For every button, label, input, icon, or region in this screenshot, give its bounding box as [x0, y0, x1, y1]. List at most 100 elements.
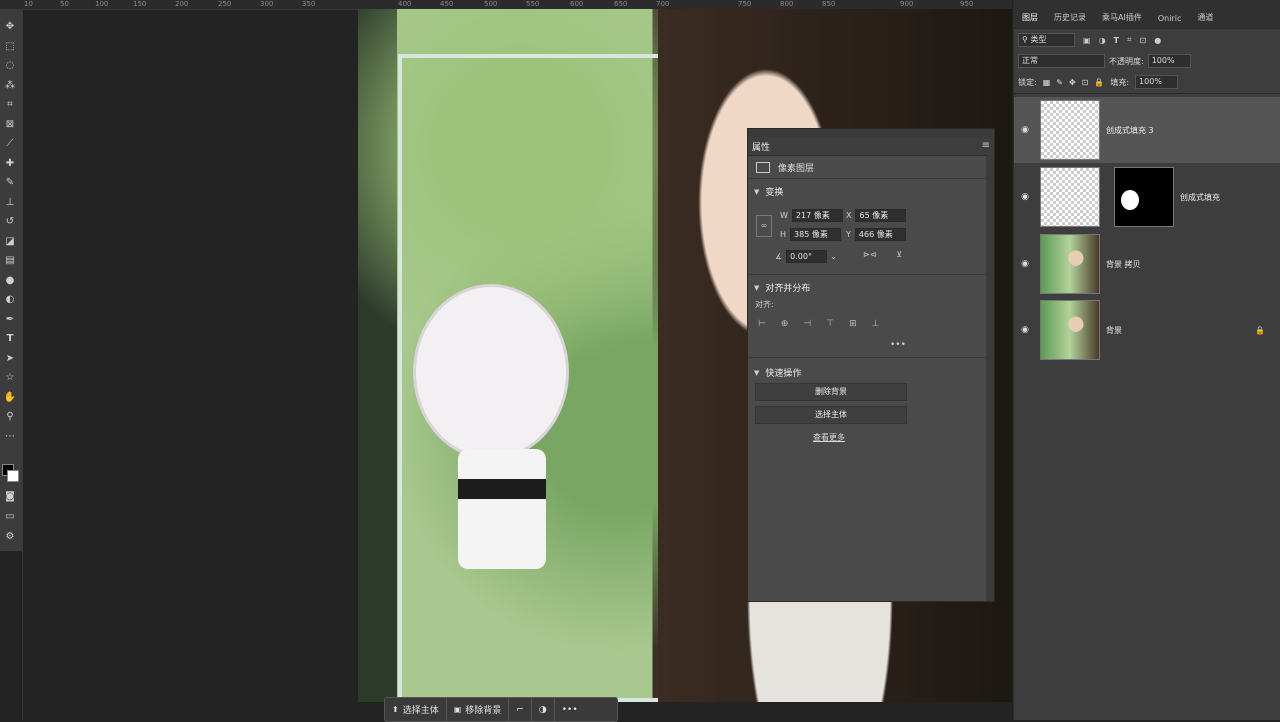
panel-scrollbar[interactable] — [986, 155, 994, 601]
select-subject-label: 选择主体 — [402, 706, 439, 716]
flip-vertical-icon[interactable]: ⊻ — [896, 250, 902, 259]
blend-mode-select[interactable]: 正常 — [1018, 54, 1105, 68]
remove-background-action-button[interactable]: 删除背景 — [755, 383, 907, 401]
eye-icon[interactable]: ◉ — [1014, 325, 1036, 335]
more-icon[interactable]: ⋯ — [2, 429, 18, 445]
properties-panel: 属性 ≡ 像素图层 ▼ 变换 ∞ W 217 像素 X 65 像素 H 385 像… — [747, 128, 995, 602]
move-icon[interactable]: ✥ — [2, 19, 18, 35]
layer-row[interactable]: ◉ 背景 拷贝 — [1014, 231, 1280, 297]
eyedropper-icon[interactable]: ⟋ — [2, 136, 18, 152]
transform-section-header[interactable]: ▼ 变换 — [748, 179, 994, 199]
quick-actions-header[interactable]: ▼ 快速操作 — [748, 360, 801, 380]
tab-ai-plugin[interactable]: 乘马AI插件 — [1094, 12, 1150, 28]
align-center-h-icon[interactable]: ⊕ — [781, 319, 789, 329]
panel-drag-bar[interactable] — [748, 129, 994, 137]
angle-field[interactable]: 0.00° — [786, 250, 828, 263]
adjust-button[interactable]: ◑ — [532, 698, 555, 721]
filter-adjustment-icon[interactable]: ◑ — [1099, 36, 1106, 45]
hand-icon[interactable]: ✋ — [2, 390, 18, 406]
ruler-tick: 900 — [900, 0, 914, 8]
see-more-link[interactable]: 查看更多 — [813, 432, 845, 443]
filter-smart-object-icon[interactable]: ⊡ — [1140, 36, 1147, 45]
height-field[interactable]: 385 像素 — [790, 228, 842, 241]
filter-toggle-icon[interactable]: ● — [1154, 36, 1161, 45]
gradient-icon[interactable]: ▤ — [2, 253, 18, 269]
edit-toolbar-icon[interactable]: ⚙ — [2, 529, 18, 545]
fill-field[interactable]: 100% — [1135, 75, 1179, 89]
tab-history[interactable]: 历史记录 — [1046, 12, 1094, 28]
x-field[interactable]: 65 像素 — [855, 209, 907, 222]
brush-icon[interactable]: ✎ — [2, 175, 18, 191]
select-subject-button[interactable]: ⬆ 选择主体 — [385, 698, 447, 721]
eye-icon[interactable]: ◉ — [1014, 192, 1036, 202]
select-subject-action-button[interactable]: 选择主体 — [755, 406, 907, 424]
more-options-button[interactable]: ••• — [555, 698, 585, 721]
crop-icon[interactable]: ⌗ — [2, 97, 18, 113]
history-brush-icon[interactable]: ↺ — [2, 214, 18, 230]
width-label: W — [780, 211, 788, 220]
align-top-icon[interactable]: ⊤ — [826, 319, 834, 329]
type-icon[interactable]: T — [2, 331, 18, 347]
stamp-icon[interactable]: ⊥ — [2, 195, 18, 211]
filter-pixel-icon[interactable]: ▣ — [1083, 36, 1091, 45]
lasso-icon[interactable]: ◌ — [2, 58, 18, 74]
blur-icon[interactable]: ● — [2, 273, 18, 289]
panel-menu-icon[interactable]: ≡ — [982, 140, 990, 151]
flip-row: ⊳⊲ ⊻ — [863, 250, 906, 259]
frame-icon[interactable]: ⊠ — [2, 117, 18, 133]
panel-tabs: 图层 历史记录 乘马AI插件 Oniric 通道 — [1014, 0, 1280, 29]
layer-row[interactable]: ◉ 创成式填充 — [1014, 164, 1280, 230]
quick-mask-icon[interactable]: ◙ — [2, 489, 18, 505]
eye-icon[interactable]: ◉ — [1014, 125, 1036, 135]
remove-background-button[interactable]: ▣ 移除背景 — [447, 698, 510, 721]
width-field[interactable]: 217 像素 — [791, 209, 843, 222]
background-color-swatch[interactable] — [7, 470, 19, 482]
ruler-tick: 750 — [738, 0, 752, 8]
shape-icon[interactable]: ☆ — [2, 370, 18, 386]
filter-type-icon[interactable]: T — [1114, 36, 1119, 45]
filter-shape-icon[interactable]: ⌗ — [1127, 35, 1132, 45]
path-select-icon[interactable]: ➤ — [2, 351, 18, 367]
healing-icon[interactable]: ✚ — [2, 156, 18, 172]
layer-name: 背景 拷贝 — [1106, 259, 1141, 269]
align-right-icon[interactable]: ⊣ — [803, 319, 811, 329]
eye-icon[interactable]: ◉ — [1014, 259, 1036, 269]
opacity-field[interactable]: 100% — [1147, 54, 1191, 68]
layer-row[interactable]: ◉ 背景 🔒 — [1014, 297, 1280, 363]
y-field[interactable]: 466 像素 — [854, 228, 906, 241]
angle-dropdown-icon[interactable]: ⌄ — [830, 252, 837, 261]
transform-button[interactable]: ⌐ — [509, 698, 532, 721]
lock-position-icon[interactable]: ✥ — [1069, 78, 1076, 87]
layer-mask-thumbnail[interactable] — [1114, 167, 1174, 227]
tab-layers[interactable]: 图层 — [1014, 12, 1046, 28]
align-more-button[interactable]: ••• — [890, 340, 906, 350]
pen-icon[interactable]: ✒ — [2, 312, 18, 328]
layer-row[interactable]: ◉ 创成式填充 3 — [1014, 97, 1280, 163]
ruler-tick: 50 — [60, 0, 69, 8]
magic-wand-icon[interactable]: ⁂ — [2, 78, 18, 94]
chevron-down-icon: ▼ — [754, 187, 760, 196]
align-section-header[interactable]: ▼ 对齐并分布 — [748, 275, 811, 295]
tab-oniric[interactable]: Oniric — [1150, 14, 1190, 28]
marquee-icon[interactable]: ⬚ — [2, 39, 18, 55]
align-bottom-icon[interactable]: ⊥ — [872, 319, 880, 329]
eraser-icon[interactable]: ◪ — [2, 234, 18, 250]
angle-row: ∡ 0.00° ⌄ — [775, 250, 841, 263]
screen-mode-icon[interactable]: ▭ — [2, 509, 18, 525]
align-title: 对齐并分布 — [765, 284, 811, 294]
link-dimensions-icon[interactable]: ∞ — [756, 215, 772, 237]
tab-channels[interactable]: 通道 — [1189, 12, 1221, 28]
properties-header: 属性 ≡ — [748, 137, 994, 156]
fan-handle-shape — [458, 449, 546, 569]
flip-horizontal-icon[interactable]: ⊳⊲ — [863, 250, 876, 259]
dodge-icon[interactable]: ◐ — [2, 292, 18, 308]
layer-filter-select[interactable]: ⚲ 类型 — [1018, 33, 1075, 47]
align-middle-v-icon[interactable]: ⊞ — [849, 319, 857, 329]
align-left-icon[interactable]: ⊢ — [758, 319, 766, 329]
lock-paint-icon[interactable]: ✎ — [1056, 78, 1063, 87]
lock-all-icon[interactable]: 🔒 — [1094, 78, 1104, 87]
tab-properties[interactable]: 属性 — [752, 140, 770, 153]
lock-transparency-icon[interactable]: ▦ — [1043, 78, 1051, 87]
zoom-icon[interactable]: ⚲ — [2, 409, 18, 425]
lock-artboard-icon[interactable]: ⊡ — [1082, 78, 1089, 87]
